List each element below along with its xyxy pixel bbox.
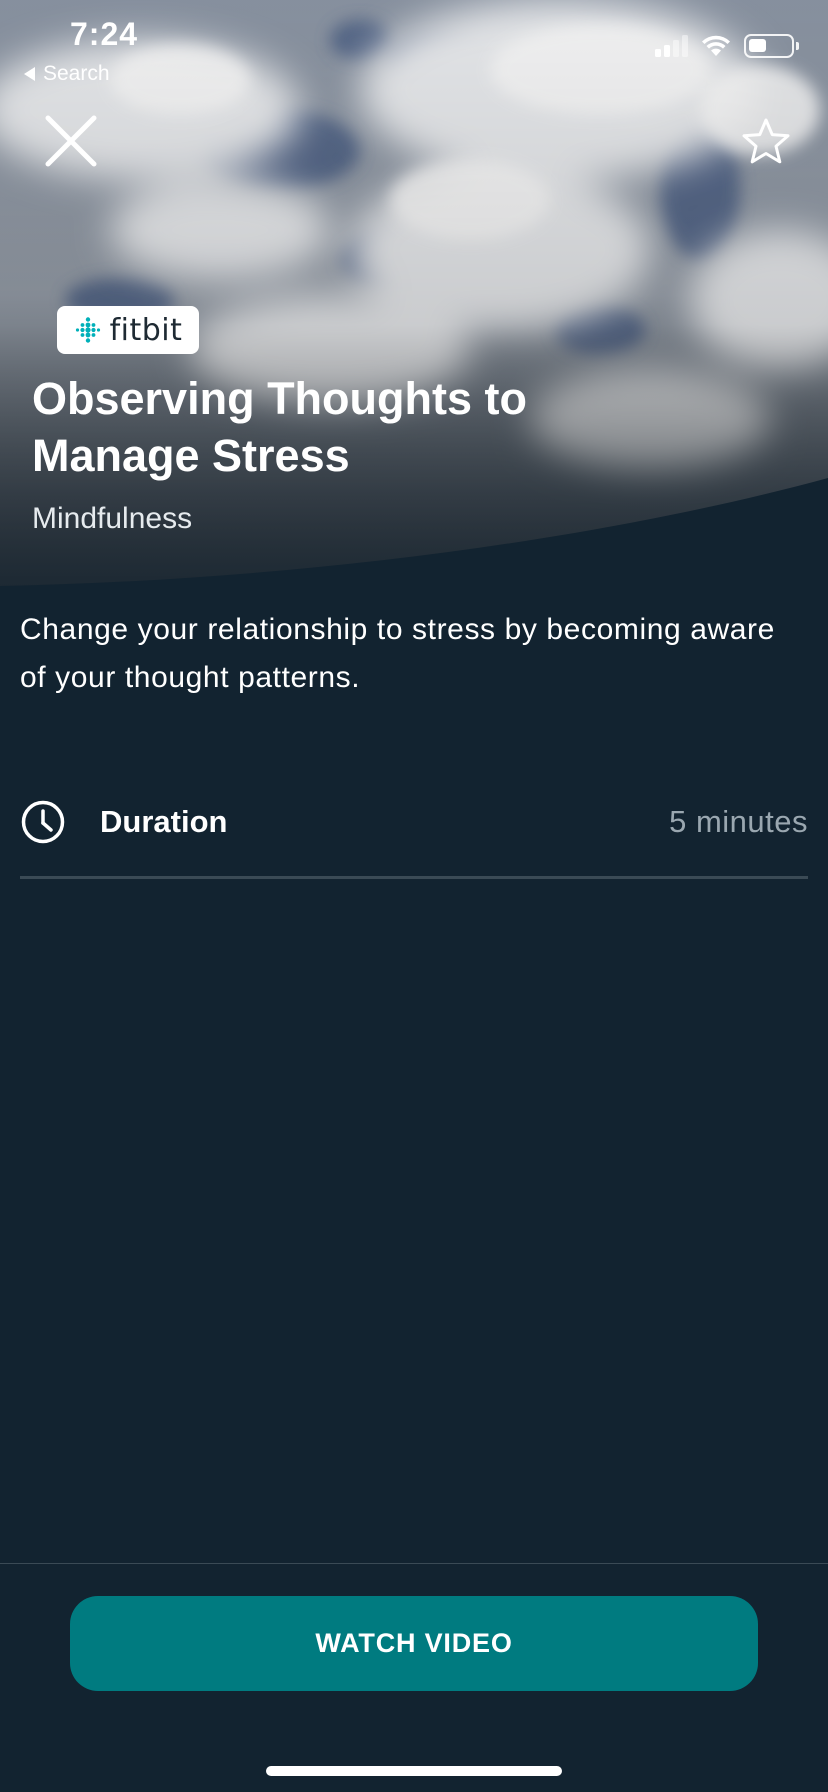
duration-value: 5 minutes [669, 804, 808, 839]
back-link-label: Search [43, 62, 110, 85]
watch-video-button[interactable]: WATCH VIDEO [70, 1596, 758, 1691]
session-title: Observing Thoughts to Manage Stress [32, 373, 527, 481]
status-time: 7:24 [70, 16, 139, 52]
close-icon[interactable] [40, 110, 102, 172]
session-detail-screen: 7:24 Search fitbit Observing Thoughts to… [0, 0, 828, 1792]
wifi-icon [702, 35, 730, 56]
brand-name: fitbit [109, 312, 183, 348]
star-outline-icon[interactable] [740, 116, 792, 168]
back-arrow-icon [24, 67, 35, 81]
clock-icon [21, 800, 65, 844]
duration-row: Duration 5 minutes [20, 796, 808, 848]
session-category: Mindfulness [32, 502, 193, 535]
bottom-bar-divider [0, 1563, 828, 1564]
divider [20, 876, 808, 879]
status-indicators [655, 34, 799, 58]
fitbit-brand-badge: fitbit [57, 306, 199, 354]
home-indicator[interactable] [266, 1766, 562, 1776]
cellular-signal-icon [655, 35, 688, 57]
session-description: Change your relationship to stress by be… [20, 613, 775, 694]
fitbit-dots-icon [75, 317, 100, 343]
duration-label: Duration [100, 804, 228, 839]
back-to-search-link[interactable]: Search [24, 62, 110, 86]
battery-icon [744, 34, 799, 58]
